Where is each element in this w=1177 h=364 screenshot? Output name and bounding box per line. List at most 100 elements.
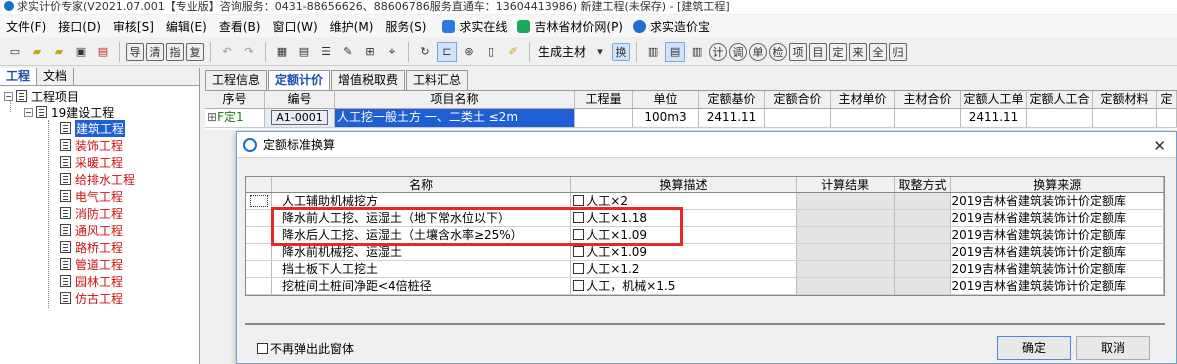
cell-round[interactable] (894, 278, 952, 294)
tree-item-road-bridge[interactable]: 路桥工程 (60, 239, 123, 255)
source-button[interactable]: 来 (849, 42, 868, 61)
tab-project[interactable]: 工程 (0, 68, 38, 85)
table-row[interactable]: 挡土板下人工挖土 人工×1.2 2019吉林省建筑装饰计价定额库 (246, 261, 1164, 278)
brush-icon[interactable]: ✐ (503, 42, 523, 62)
menu-price-net[interactable]: 吉林省材价网(P) (517, 18, 623, 35)
tree-item-electrical[interactable]: 电气工程 (60, 188, 123, 204)
return-button[interactable]: 归 (889, 42, 908, 61)
no-popup-checkbox[interactable] (257, 343, 268, 354)
tab-vat-fees[interactable]: 增值税取费 (331, 70, 406, 90)
menu-online[interactable]: 求实在线 (442, 18, 507, 35)
index-button[interactable]: 指 (166, 42, 184, 61)
grid-icon[interactable]: ▤ (294, 42, 314, 62)
cell-qty[interactable] (575, 109, 633, 127)
layout-1-icon[interactable]: ▥ (643, 42, 663, 62)
row-selector[interactable] (246, 227, 272, 243)
folder-icon[interactable]: ▰ (49, 42, 69, 62)
tree-item-ventilation[interactable]: 通风工程 (60, 222, 123, 238)
merge-icon[interactable]: ⊞ (360, 42, 380, 62)
generate-main-material-button[interactable]: 生成主材 (538, 43, 586, 60)
cell-desc[interactable]: 人工，机械×1.5 (571, 278, 797, 294)
tab-material-summary[interactable]: 工料汇总 (406, 70, 469, 90)
lock-icon[interactable]: ⊛ (459, 42, 479, 62)
single-button[interactable]: 单 (749, 42, 768, 61)
menu-cost-treasure[interactable]: 求实造价宝 (633, 18, 710, 35)
target-button[interactable]: 目 (809, 42, 828, 61)
tab-project-info[interactable]: 工程信息 (205, 70, 268, 90)
tree-item-fire[interactable]: 消防工程 (60, 205, 123, 221)
all-button[interactable]: 全 (869, 42, 888, 61)
table-row[interactable]: 降水前机械挖、运湿土 人工×1.09 2019吉林省建筑装饰计价定额库 (246, 244, 1164, 261)
item-button[interactable]: 项 (789, 42, 808, 61)
menu-view[interactable]: 查看(B) (213, 18, 267, 35)
layout-2-icon[interactable]: ▤ (665, 41, 686, 62)
cell-round[interactable] (894, 227, 952, 243)
tree-item-plumbing[interactable]: 给排水工程 (60, 171, 135, 187)
calc-button[interactable]: 计 (709, 42, 728, 61)
export-icon[interactable]: ▤ (93, 42, 113, 62)
row-selector[interactable] (246, 261, 272, 277)
collapse-icon[interactable]: − (4, 91, 13, 101)
row-selector[interactable] (246, 193, 272, 209)
list-icon[interactable]: ☰ (316, 42, 336, 62)
table-row[interactable]: ⊞F定1 A1-0001 人工挖一般土方 一、二类土 ≤2m 100m3 241… (205, 109, 1177, 128)
cell-code[interactable]: A1-0001 (265, 109, 335, 127)
refresh-icon[interactable]: ↻ (415, 42, 435, 62)
adjust-button[interactable]: 调 (729, 42, 748, 61)
close-icon[interactable]: ✕ (1153, 137, 1166, 155)
tree-item-heating[interactable]: 采暖工程 (60, 154, 123, 170)
cell-round[interactable] (894, 261, 952, 277)
quota-button[interactable]: 定 (829, 42, 848, 61)
dropdown-arrow-icon[interactable]: ▾ (590, 42, 610, 62)
menu-edit[interactable]: 编辑(E) (160, 18, 213, 35)
cell-desc[interactable]: 人工×1.09 (571, 244, 797, 260)
save-icon[interactable]: ▣ (71, 42, 91, 62)
tree-item-building[interactable]: 建筑工程 (60, 119, 126, 137)
menu-review[interactable]: 审核[S] (107, 18, 160, 35)
open-folder-icon[interactable]: ▰ (27, 42, 47, 62)
row-checkbox[interactable] (573, 280, 585, 291)
expand-icon[interactable]: ⊞ (207, 110, 217, 124)
import-button[interactable]: 导 (126, 42, 144, 61)
row-checkbox[interactable] (573, 246, 585, 257)
tree-item-decoration[interactable]: 装饰工程 (60, 137, 123, 153)
menu-service[interactable]: 服务(S) (379, 18, 432, 35)
copy-button[interactable]: 复 (186, 42, 204, 61)
cell-round[interactable] (894, 193, 952, 209)
cell-round[interactable] (894, 210, 952, 226)
tab-quota-pricing[interactable]: 定额计价 (268, 70, 331, 90)
tool-icon[interactable]: ✎ (338, 42, 358, 62)
menu-maintenance[interactable]: 维护(M) (324, 18, 380, 35)
table-row[interactable]: 挖桩间土桩间净距<4倍桩径 人工，机械×1.5 2019吉林省建筑装饰计价定额库 (246, 278, 1164, 295)
tree-project[interactable]: − 19建设工程 (24, 104, 114, 120)
row-selector[interactable] (246, 244, 272, 260)
tag-icon[interactable]: ⌖ (382, 42, 402, 62)
layout-3-icon[interactable]: ▥ (687, 42, 707, 62)
tree-item-pipeline[interactable]: 管道工程 (60, 256, 123, 272)
cancel-button[interactable]: 取消 (1076, 336, 1150, 360)
tree-item-garden[interactable]: 园林工程 (60, 273, 123, 289)
tab-documents[interactable]: 文档 (37, 68, 75, 85)
tree-item-antique[interactable]: 仿古工程 (60, 290, 123, 306)
cell-desc[interactable]: 人工×1.2 (571, 261, 797, 277)
menu-file[interactable]: 文件(F) (0, 18, 52, 35)
ok-button[interactable]: 确定 (997, 336, 1071, 360)
menu-window[interactable]: 窗口(W) (266, 18, 323, 35)
redo-icon[interactable]: ↷ (239, 42, 259, 62)
row-selector[interactable] (246, 278, 272, 294)
row-selector[interactable] (246, 210, 272, 226)
swap-button[interactable]: 换 (612, 42, 631, 61)
no-popup-option[interactable]: 不再弹出此窗体 (257, 340, 354, 357)
cell-round[interactable] (894, 244, 952, 260)
cell-name[interactable]: 人工挖一般土方 一、二类土 ≤2m (335, 109, 575, 127)
menu-interface[interactable]: 接口(D) (52, 18, 107, 35)
clear-button[interactable]: 清 (146, 42, 164, 61)
collect-icon[interactable]: ▦ (272, 42, 292, 62)
tree-root[interactable]: − 工程项目 (4, 88, 79, 104)
check-button[interactable]: 检 (769, 42, 788, 61)
new-file-icon[interactable]: ▭ (5, 42, 25, 62)
row-checkbox[interactable] (573, 195, 585, 206)
row-checkbox[interactable] (573, 263, 585, 274)
undo-icon[interactable]: ↶ (217, 42, 237, 62)
doc-icon[interactable]: ▯ (481, 42, 501, 62)
